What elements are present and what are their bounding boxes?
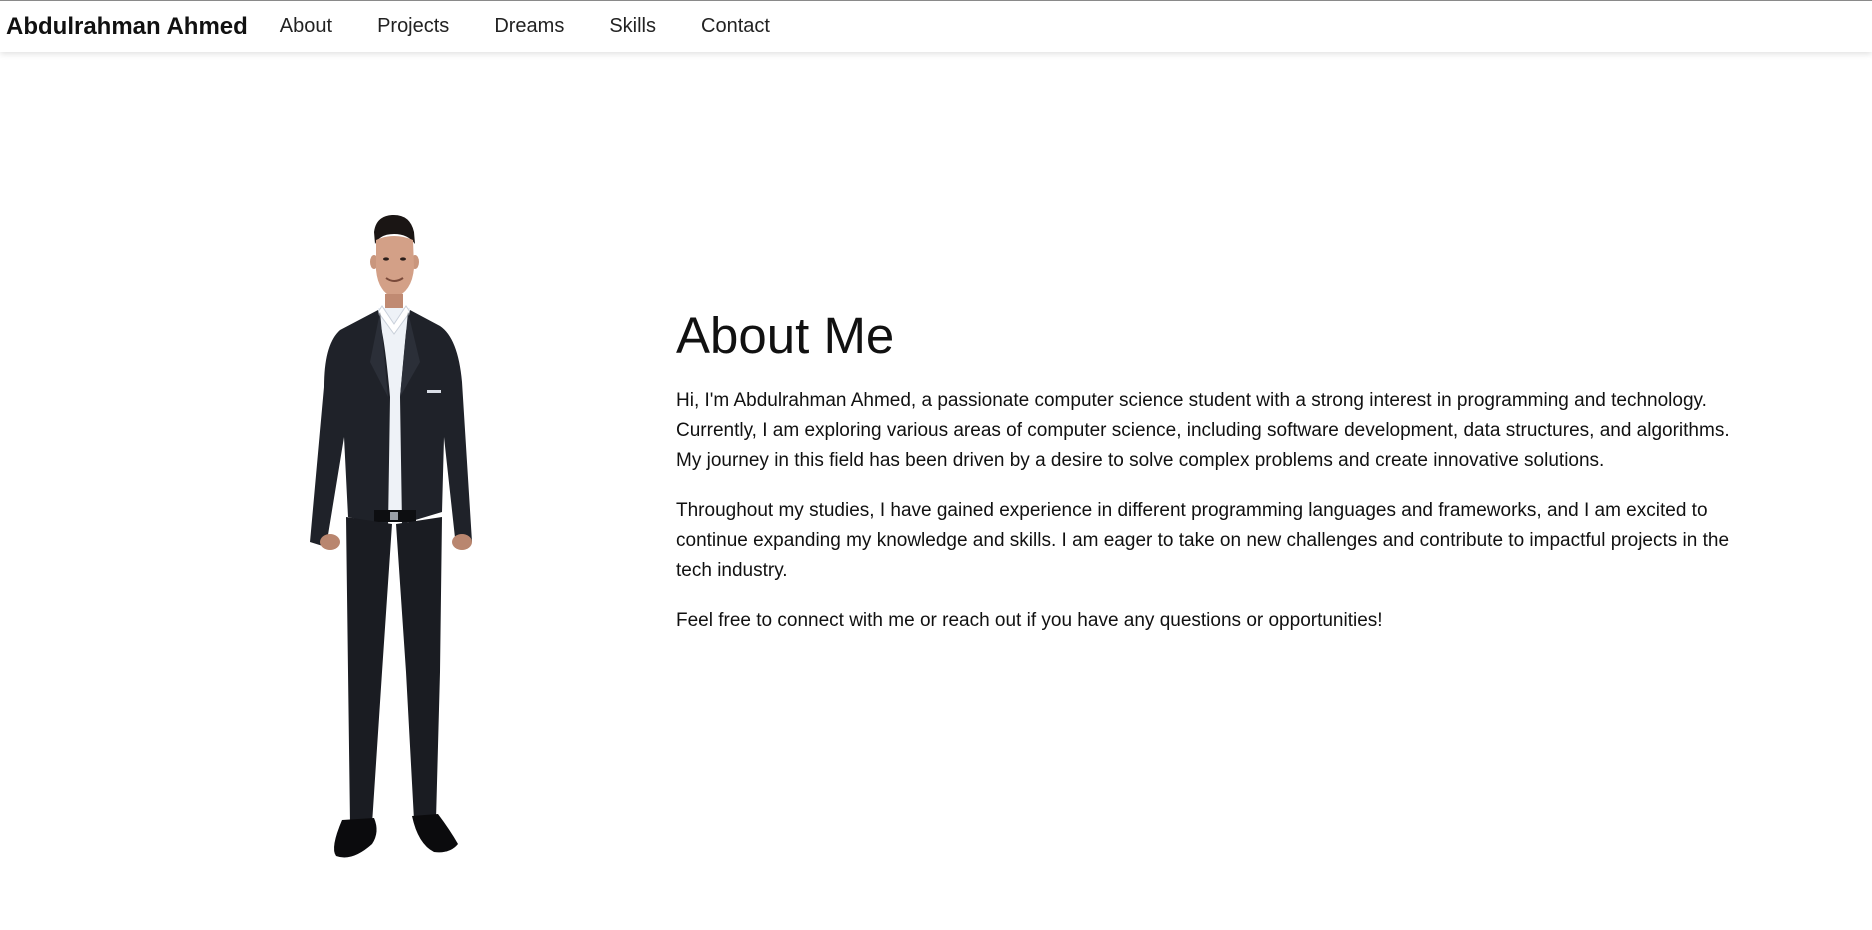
nav-link-dreams[interactable]: Dreams [494, 15, 564, 38]
about-title: About Me [676, 307, 895, 364]
about-paragraph-1: Hi, I'm Abdulrahman Ahmed, a passionate … [676, 390, 1730, 472]
brand-name[interactable]: Abdulrahman Ahmed [6, 13, 248, 41]
profile-photo [310, 214, 472, 858]
about-content: About Me Hi, I'm Abdulrahman Ahmed, a pa… [676, 307, 1756, 656]
shoe-right [412, 814, 458, 853]
nav-links: About Projects Dreams Skills Contact [280, 15, 815, 38]
about-paragraph-3: Feel free to connect with me or reach ou… [676, 610, 1383, 632]
face-shape [376, 236, 414, 298]
nav-link-skills[interactable]: Skills [609, 15, 656, 38]
shoe-left [334, 818, 377, 858]
top-navbar: Abdulrahman Ahmed About Projects Dreams … [0, 0, 1872, 52]
nav-link-about[interactable]: About [280, 15, 332, 38]
nav-link-projects[interactable]: Projects [377, 15, 449, 38]
about-paragraph-2: Throughout my studies, I have gained exp… [676, 500, 1730, 582]
nav-link-contact[interactable]: Contact [701, 15, 770, 38]
trouser-left [346, 517, 392, 824]
trouser-right [396, 517, 442, 820]
about-section: About Me Hi, I'm Abdulrahman Ahmed, a pa… [0, 52, 1872, 930]
